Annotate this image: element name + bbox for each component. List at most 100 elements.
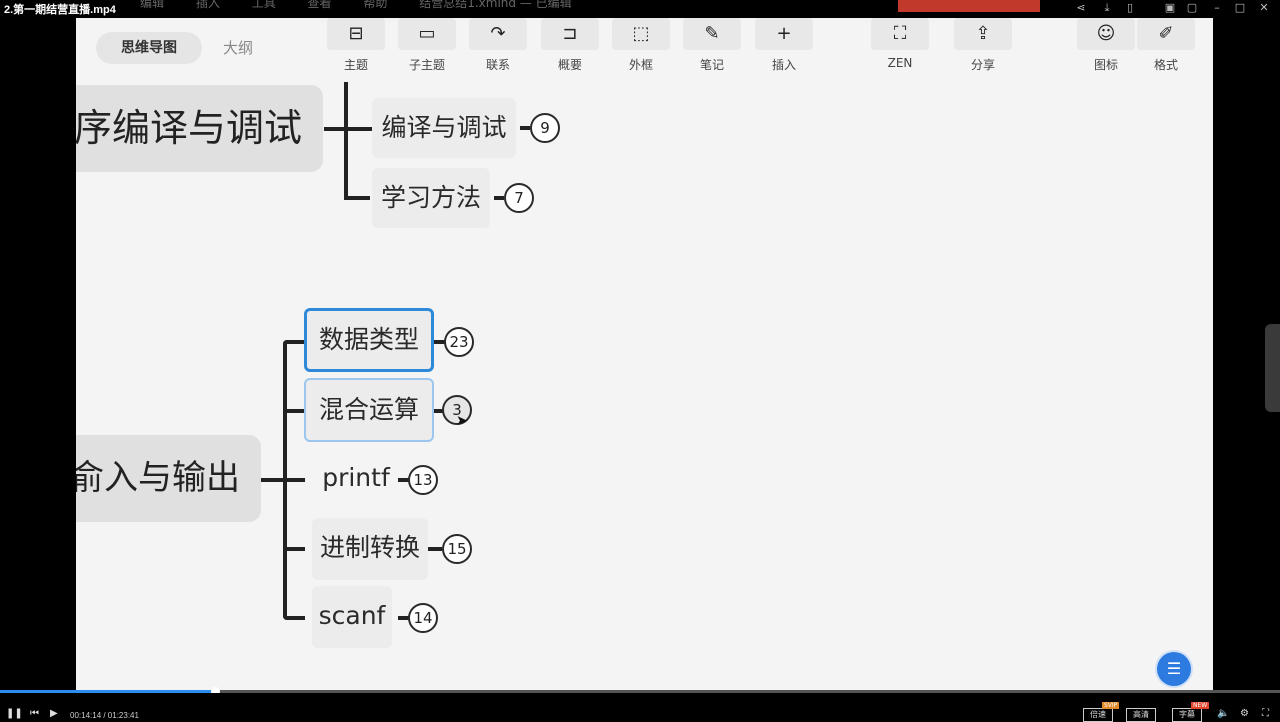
minimize-icon[interactable]: –	[1211, 2, 1223, 14]
close-icon[interactable]: ✕	[1258, 2, 1270, 14]
fullscreen-icon: ⛶	[871, 18, 929, 50]
zen-button[interactable]: ⛶ ZEN	[871, 18, 929, 78]
relation-button[interactable]: ↷ 联系	[469, 18, 527, 78]
main-topic-label: 序编译与调试	[76, 106, 303, 150]
tab-mindmap[interactable]: 思维导图	[96, 32, 202, 64]
connector-line	[494, 196, 504, 200]
summary-label: 概要	[557, 58, 582, 72]
document-title: 结营总结1.xmind — 已编辑	[419, 0, 572, 10]
app-menu-strip: 编辑 插入 工具 查看 帮助 结营总结1.xmind — 已编辑	[140, 0, 600, 11]
tab-outline[interactable]: 大纲	[210, 32, 266, 64]
connector-line	[261, 478, 285, 482]
main-topic-compile[interactable]: 序编译与调试	[76, 85, 323, 172]
subtopic-button[interactable]: ▭ 子主题	[398, 18, 456, 78]
subtopic-icon: ▭	[398, 18, 456, 50]
subtopic-label: 进制转换	[319, 533, 420, 562]
summary-icon: ⊐	[541, 18, 599, 50]
notes-label: 笔记	[699, 58, 724, 72]
format-label: 格式	[1153, 58, 1178, 72]
subtopic-label: 混合运算	[318, 395, 419, 424]
boundary-icon: ⬚	[612, 18, 670, 50]
main-topic-io[interactable]: 俞入与输出	[76, 435, 261, 522]
share-button[interactable]: ⇪ 分享	[954, 18, 1012, 78]
pause-icon[interactable]: ❚❚	[6, 708, 23, 719]
child-count-badge[interactable]: 13	[408, 465, 438, 495]
subtopic-node[interactable]: 进制转换	[312, 518, 428, 580]
share-icon: ⇪	[954, 18, 1012, 50]
menu-item[interactable]: 帮助	[363, 0, 387, 10]
emoji-icon: ☺	[1077, 18, 1135, 50]
subtopic-label: printf	[322, 463, 390, 492]
subtopic-node[interactable]: 编译与调试	[372, 98, 516, 158]
pip-icon[interactable]: ▣	[1164, 2, 1176, 14]
connector-line	[324, 127, 372, 131]
menu-item[interactable]: 工具	[252, 0, 276, 10]
connector-line	[283, 616, 305, 620]
subtopic-node[interactable]: printf	[312, 448, 400, 510]
boundary-button[interactable]: ⬚ 外框	[612, 18, 670, 78]
insert-label: 插入	[771, 58, 796, 72]
share-small-icon[interactable]: ⋖	[1075, 2, 1087, 14]
topic-label: 主题	[343, 58, 368, 72]
delete-icon[interactable]: ▯	[1124, 2, 1136, 14]
topic-button[interactable]: ⊟ 主题	[327, 18, 385, 78]
format-button[interactable]: ✐ 格式	[1137, 18, 1195, 78]
previous-icon[interactable]: ⏮	[30, 708, 39, 719]
summary-button[interactable]: ⊐ 概要	[541, 18, 599, 78]
settings-icon[interactable]: ⚙	[1240, 708, 1249, 719]
download-icon[interactable]: ⤓	[1101, 2, 1113, 14]
connector-line	[344, 82, 348, 200]
child-count-badge[interactable]: 14	[408, 603, 438, 633]
xmind-app: 思维导图 大纲 ⊟ 主题 ▭ 子主题 ↷ 联系 ⊐ 概要 ⬚ 外框 ✎ 笔记 +…	[76, 18, 1213, 692]
boundary-label: 外框	[628, 58, 653, 72]
next-icon[interactable]: ▶	[50, 708, 58, 719]
speed-badge: SVIP	[1102, 702, 1120, 709]
connector-line	[283, 478, 305, 482]
child-count-badge[interactable]: 7	[504, 183, 534, 213]
subtopic-label: 学习方法	[380, 183, 481, 212]
subtopic-node-hover[interactable]: 混合运算	[304, 378, 434, 442]
subtopic-node[interactable]: 学习方法	[372, 168, 490, 228]
relation-label: 联系	[485, 58, 510, 72]
menu-item[interactable]: 插入	[196, 0, 220, 10]
child-count-badge[interactable]: 9	[530, 113, 560, 143]
brush-icon: ✐	[1137, 18, 1195, 50]
subtopic-node[interactable]: scanf	[312, 586, 392, 648]
menu-item[interactable]: 编辑	[140, 0, 164, 10]
menu-item[interactable]: 查看	[308, 0, 332, 10]
connector-line	[428, 547, 442, 551]
share-label: 分享	[970, 58, 995, 72]
subtopic-label: 编译与调试	[381, 113, 507, 142]
mouse-cursor-icon: ➤	[456, 413, 468, 429]
window-icon[interactable]: ▢	[1186, 2, 1198, 14]
toolbar: 思维导图 大纲 ⊟ 主题 ▭ 子主题 ↷ 联系 ⊐ 概要 ⬚ 外框 ✎ 笔记 +…	[76, 18, 1213, 82]
maximize-icon[interactable]: □	[1234, 2, 1246, 14]
relation-icon: ↷	[469, 18, 527, 50]
connector-line	[344, 196, 370, 200]
subtopic-label: 数据类型	[318, 325, 419, 354]
subtopic-label: scanf	[318, 601, 386, 630]
connector-line	[283, 409, 305, 413]
connector-line	[520, 126, 530, 130]
chat-bubble-icon[interactable]: ☰	[1157, 652, 1191, 686]
zen-label: ZEN	[887, 56, 913, 70]
mindmap-canvas[interactable]: 序编译与调试 编译与调试 9 学习方法 7 俞入与输出 数据类型 23 混合运算…	[76, 82, 1213, 692]
volume-icon[interactable]: 🔈	[1217, 708, 1229, 719]
video-title: 2.第一期结营直播.mp4	[4, 4, 116, 16]
fullscreen-toggle-icon[interactable]: ⛶	[1262, 708, 1269, 719]
subtitle-badge: NEW	[1191, 702, 1210, 709]
time-label: 00:14:14 / 01:23:41	[70, 711, 139, 720]
child-count-badge[interactable]: 23	[444, 327, 474, 357]
connector-line	[283, 340, 305, 344]
notes-button[interactable]: ✎ 笔记	[683, 18, 741, 78]
side-panel[interactable]	[1265, 324, 1280, 412]
child-count-badge[interactable]: 15	[442, 534, 472, 564]
subtopic-node-selected[interactable]: 数据类型	[304, 308, 434, 372]
insert-button[interactable]: + 插入	[755, 18, 813, 78]
subtopic-label: 子主题	[408, 58, 445, 72]
top-badge	[898, 0, 1040, 12]
plus-icon: +	[755, 18, 813, 50]
connector-line	[283, 547, 305, 551]
notes-icon: ✎	[683, 18, 741, 50]
main-topic-label: 俞入与输出	[76, 458, 240, 498]
